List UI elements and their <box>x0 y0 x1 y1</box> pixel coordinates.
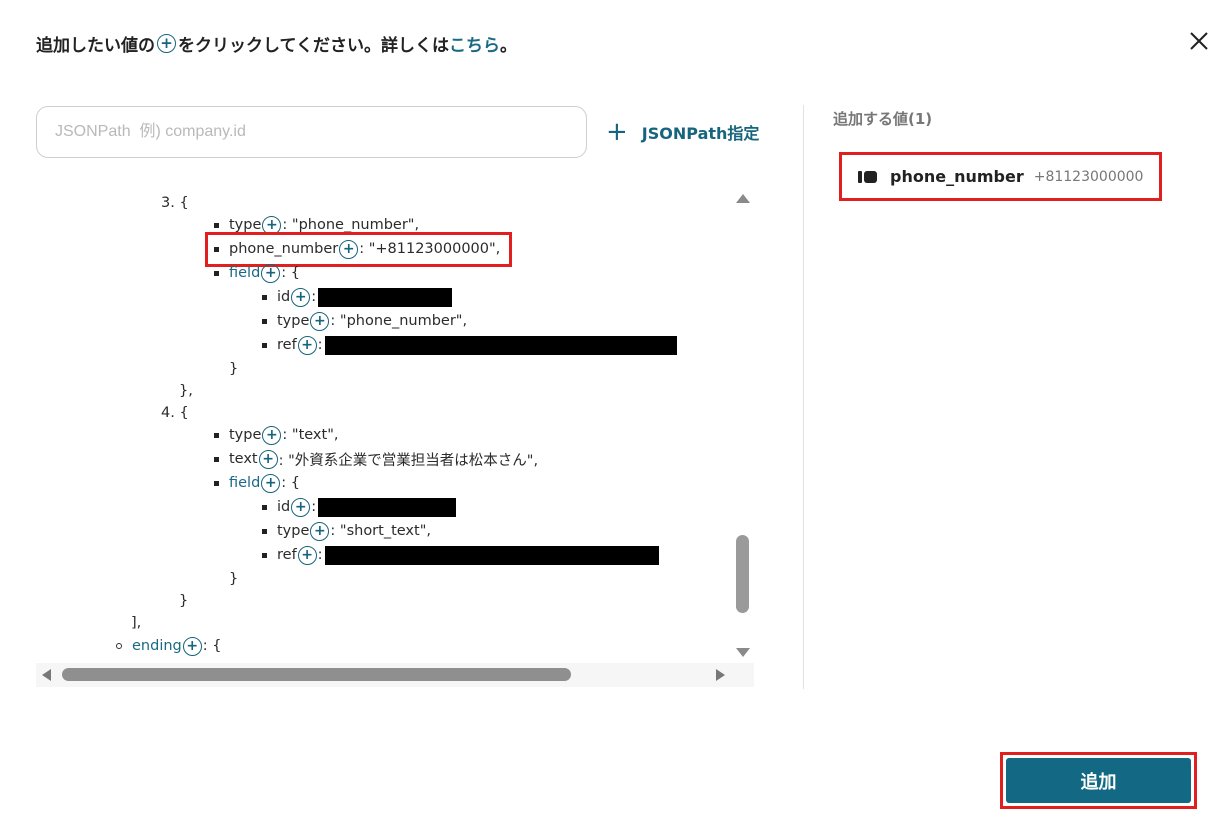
horizontal-scroll-thumb[interactable] <box>62 668 571 681</box>
tree-line: field + : { <box>214 261 300 285</box>
add-button-highlight: 追加 <box>1000 752 1197 809</box>
redacted-value <box>318 497 457 517</box>
plus-icon: + <box>606 117 628 147</box>
redacted-value <box>324 335 677 355</box>
scroll-left-arrow-icon[interactable] <box>42 669 51 681</box>
add-value-plus-icon[interactable]: + <box>310 311 330 331</box>
add-value-plus-icon[interactable]: + <box>258 449 278 469</box>
tree-line: ref + : <box>262 333 677 357</box>
tree-line: text + : "外資系企業で営業担当者は松本さん", <box>214 447 538 471</box>
bullet-square <box>262 294 267 300</box>
jsonpath-add-button[interactable]: + JSONPath指定 <box>606 116 759 148</box>
instruction-text: 追加したい値の + をクリックしてください。詳しくは こちら 。 <box>36 31 517 56</box>
tree-line: ], <box>131 615 142 631</box>
selected-value-preview: +81123000000 <box>1033 168 1144 185</box>
tree-line: } <box>229 571 239 587</box>
tree-line: ref + : <box>262 543 659 567</box>
bullet-square <box>262 318 267 324</box>
bullet-square <box>262 552 267 558</box>
redacted-value <box>318 287 453 307</box>
selected-value-name: phone_number <box>890 167 1024 186</box>
tree-line: } <box>179 593 189 609</box>
tree-horizontal-scrollbar[interactable] <box>36 663 754 687</box>
tree-line: ending + : { <box>116 634 221 658</box>
bullet-circle <box>116 643 122 649</box>
json-tree: · 3. { type + : "phone_number", phone_nu… <box>36 182 736 662</box>
tree-line: field + : { <box>214 471 300 495</box>
add-value-plus-icon[interactable]: + <box>261 473 281 493</box>
tree-line: id + : <box>262 495 457 519</box>
bullet-square <box>214 480 219 486</box>
tree-line: 3. { <box>161 195 189 211</box>
panel-divider <box>803 105 804 689</box>
redacted-value <box>324 545 659 565</box>
add-value-plus-icon[interactable]: + <box>182 636 202 656</box>
bullet-square <box>214 222 219 228</box>
selected-values-title: 追加する値(1) <box>833 110 933 128</box>
tree-line: type + : "phone_number", <box>262 309 467 333</box>
bullet-square <box>214 456 219 462</box>
bullet-square <box>262 528 267 534</box>
help-link[interactable]: こちら <box>449 31 500 56</box>
tree-line: }, <box>179 383 193 399</box>
instruction-text-middle: をクリックしてください。詳しくは <box>178 36 449 56</box>
close-icon <box>1190 32 1208 50</box>
scroll-right-arrow-icon[interactable] <box>716 669 725 681</box>
add-value-plus-icon[interactable]: + <box>297 335 317 355</box>
jsonpath-search-input[interactable] <box>36 106 587 158</box>
tree-line: type + : "short_text", <box>262 519 431 543</box>
tree-line: } <box>229 361 239 377</box>
bullet-square <box>214 432 219 438</box>
scroll-up-arrow-icon[interactable] <box>736 194 750 203</box>
tree-vertical-scrollbar[interactable] <box>734 188 752 660</box>
tree-line: id + : <box>262 285 453 309</box>
tree-line: type + : "text", <box>214 423 338 447</box>
add-value-plus-icon[interactable]: + <box>261 263 281 283</box>
instruction-text-before: 追加したい値の <box>36 36 155 56</box>
add-value-plus-icon[interactable]: + <box>310 521 330 541</box>
add-value-plus-icon[interactable]: + <box>291 497 311 517</box>
tree-line: 4. { <box>161 405 189 421</box>
plus-circle-icon: + <box>157 34 176 53</box>
vertical-scroll-thumb[interactable] <box>736 535 749 613</box>
selected-value-chip[interactable]: phone_number +81123000000 <box>839 152 1162 201</box>
variable-icon <box>858 170 877 183</box>
add-value-plus-icon[interactable]: + <box>297 545 317 565</box>
close-button[interactable] <box>1184 26 1214 56</box>
jsonpath-add-button-label: JSONPath指定 <box>641 124 760 143</box>
add-value-plus-icon[interactable]: + <box>262 425 282 445</box>
add-value-plus-icon[interactable]: + <box>291 287 311 307</box>
instruction-text-end: 。 <box>499 36 517 56</box>
bullet-square <box>214 270 219 276</box>
bullet-square <box>262 504 267 510</box>
add-button[interactable]: 追加 <box>1006 758 1191 803</box>
bullet-square <box>262 342 267 348</box>
scroll-down-arrow-icon[interactable] <box>736 648 750 657</box>
